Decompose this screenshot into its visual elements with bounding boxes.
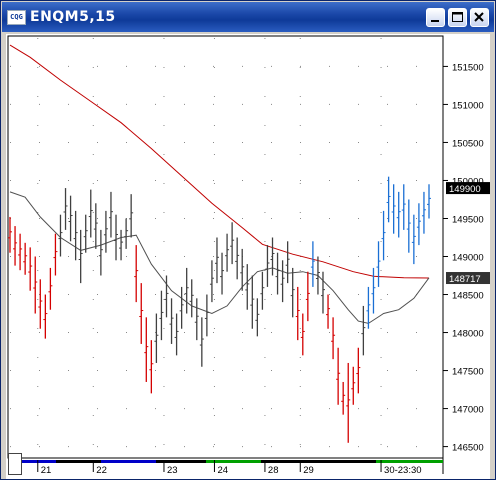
y-tick-label: 151500 (452, 62, 484, 73)
y-tick-label: 146500 (452, 443, 484, 454)
time-segment (261, 460, 326, 463)
cqg-logo-icon[interactable]: CQG (7, 10, 26, 25)
maximize-icon (452, 12, 463, 22)
x-tick-label: 30-23:30 (384, 465, 422, 476)
y-tick-label: 148500 (452, 291, 484, 302)
y-tick-label: 150500 (452, 138, 484, 149)
y-tick-label: 149000 (452, 253, 484, 264)
minimize-icon (431, 20, 439, 22)
maximize-button[interactable] (448, 8, 467, 27)
y-tick-label: 147000 (452, 405, 484, 416)
close-button[interactable] (470, 8, 489, 27)
price-marker-label: 149900 (449, 184, 481, 195)
title-bar[interactable]: CQG ENQM5,15 (2, 2, 494, 32)
price-chart[interactable]: 146500 147000 147500 148000 148500 149000 1495… (6, 34, 490, 479)
x-tick-label: 22 (96, 465, 107, 476)
x-tick-label: 23 (167, 465, 178, 476)
y-tick-label: 149500 (452, 214, 484, 225)
y-tick-label: 148000 (452, 329, 484, 340)
time-segment (101, 460, 156, 463)
close-icon (474, 12, 484, 22)
minimize-button[interactable] (426, 8, 445, 27)
x-tick-label: 21 (41, 465, 52, 476)
window-title: ENQM5,15 (30, 9, 116, 25)
time-segment (326, 460, 376, 463)
time-segment (18, 460, 56, 463)
x-tick-label: 24 (217, 465, 228, 476)
plot-frame (7, 35, 444, 459)
time-segment (426, 460, 443, 463)
time-segment (376, 460, 426, 463)
y-tick-label: 151000 (452, 100, 484, 111)
y-tick-label: 147500 (452, 367, 484, 378)
chart-window: CQG ENQM5,15 146500 147000 147500 148000 148… (0, 0, 496, 480)
x-tick-label: 29 (303, 465, 314, 476)
scroll-handle[interactable] (8, 453, 22, 475)
x-tick-label: 28 (268, 465, 279, 476)
time-segment (56, 460, 101, 463)
price-marker-label: 148717 (449, 274, 481, 285)
